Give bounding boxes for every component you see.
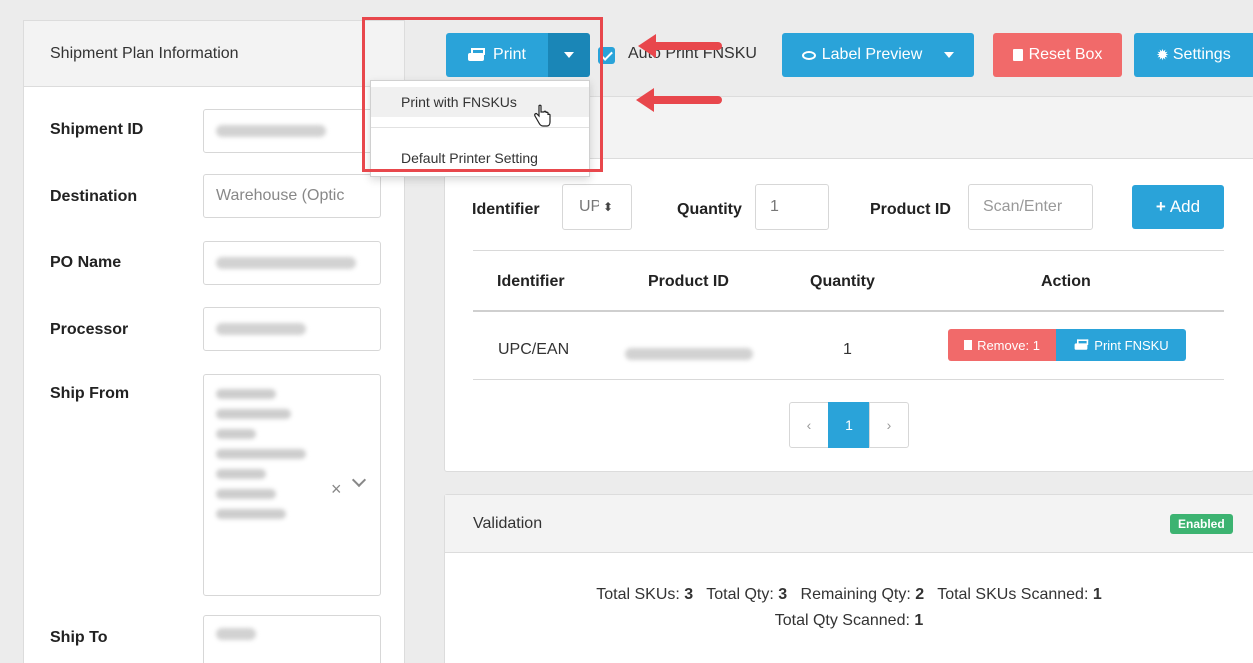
shipment-plan-panel: Shipment Plan Information Shipment ID De… [23,20,405,663]
add-button[interactable]: + Add [1132,185,1224,229]
processor-field[interactable] [203,307,381,351]
table-header-divider [473,310,1224,312]
sort-arrows-icon: ⬍ [603,200,614,214]
trash-icon [964,340,973,350]
row-divider [473,379,1224,380]
row-quantity: 1 [843,341,852,358]
row-identifier: UPC/EAN [498,341,570,358]
ship-from-select[interactable]: × [203,374,381,596]
chevron-down-icon[interactable] [351,472,367,488]
validation-stats-line2: Total Qty Scanned: 1 [774,612,924,629]
print-fnsku-button[interactable]: Print FNSKU [1056,329,1186,361]
ship-to-label: Ship To [50,629,108,646]
product-id-label: Product ID [870,201,951,218]
label-preview-button[interactable]: Label Preview [782,33,974,77]
shipment-id-field[interactable] [203,109,381,153]
eye-icon [801,50,816,60]
clear-icon[interactable]: × [331,479,342,500]
validation-card: Validation Enabled Total SKUs: 3 Total Q… [444,494,1253,663]
validation-stats-line1: Total SKUs: 3 Total Qty: 3 Remaining Qty… [596,586,1102,603]
reset-box-button[interactable]: Reset Box [993,33,1122,77]
annotation-arrow-checkbox [638,34,722,58]
row-product-id [625,347,753,365]
remove-button[interactable]: Remove: 1 [948,329,1056,361]
panel-title: Shipment Plan Information [24,21,404,87]
quantity-input[interactable]: 1 [755,184,829,230]
pagination-next[interactable]: › [869,402,909,448]
plus-icon: + [1155,197,1166,216]
shipment-id-label: Shipment ID [50,121,144,138]
pagination-page-1[interactable]: 1 [828,402,870,448]
quantity-label: Quantity [677,201,742,218]
identifier-select[interactable]: UPC ⬍ [562,184,632,230]
col-header-identifier: Identifier [497,273,565,290]
identifier-label: Identifier [472,201,540,218]
annotation-arrow-menu-item [636,88,722,112]
settings-button[interactable]: ✹ Settings [1134,33,1253,77]
po-name-field[interactable] [203,241,381,285]
gear-icon: ✹ [1156,47,1169,64]
product-id-input[interactable]: Scan/Enter [968,184,1093,230]
printer-icon [1074,339,1089,350]
destination-label: Destination [50,188,138,205]
po-name-label: PO Name [50,254,122,271]
col-header-action: Action [1041,273,1091,290]
processor-label: Processor [50,321,129,338]
status-badge: Enabled [1170,514,1233,534]
ship-to-select[interactable] [203,615,381,663]
pagination-prev[interactable]: ‹ [789,402,829,448]
col-header-product-id: Product ID [648,273,729,290]
ship-from-label: Ship From [50,385,130,402]
validation-title: Validation [445,495,1253,553]
trash-icon [1012,49,1023,61]
caret-down-icon[interactable] [944,52,955,58]
hand-cursor-icon [534,104,551,127]
annotation-frame [362,17,603,172]
col-header-quantity: Quantity [810,273,875,290]
divider [473,250,1224,251]
destination-field[interactable]: Warehouse (Optic [203,174,381,218]
